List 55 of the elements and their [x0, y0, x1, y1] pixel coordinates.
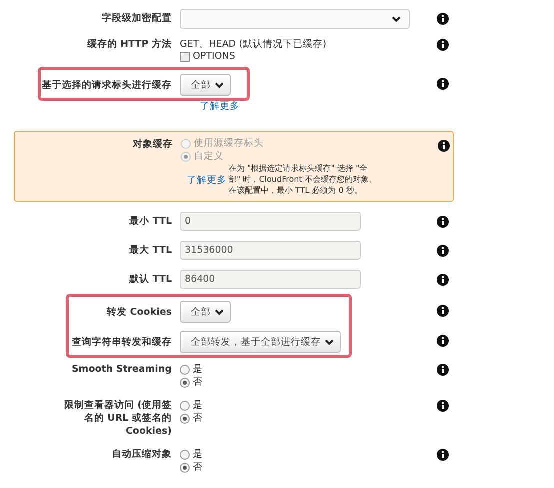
- dropdown-button[interactable]: 全部转发，基于全部进行缓存: [180, 331, 341, 353]
- dropdown-button[interactable]: 全部: [180, 74, 231, 96]
- field-label: 查询字符串转发和缓存: [71, 336, 173, 349]
- info-icon[interactable]: [437, 400, 449, 412]
- select-field[interactable]: [180, 9, 410, 29]
- field-label: 缓存的 HTTP 方法: [86, 38, 173, 51]
- radio-label: 是: [193, 363, 203, 376]
- radio-button[interactable]: [180, 364, 190, 374]
- chevron-icon: [392, 16, 401, 22]
- ttl-input[interactable]: 31536000: [180, 241, 361, 260]
- radio-button[interactable]: [180, 400, 190, 410]
- notice-message: 在为 "根据选定请求标头缓存" 选择 "全部" 时，CloudFront 不会缓存您的对象。在该配置中，最小 TTL 必须为 0 秒。: [229, 163, 378, 196]
- info-icon[interactable]: [437, 13, 449, 25]
- radio-label: 否: [193, 461, 203, 474]
- info-icon[interactable]: [437, 364, 449, 376]
- field-label: Smooth Streaming: [70, 363, 173, 376]
- chevron-icon: [325, 338, 334, 346]
- chevron-icon: [215, 82, 224, 88]
- methods-text: GET、HEAD (默认情况下已缓存): [180, 38, 327, 51]
- ttl-input[interactable]: 0: [180, 212, 361, 231]
- radio-button[interactable]: [180, 414, 190, 424]
- info-icon[interactable]: [438, 140, 450, 152]
- info-icon[interactable]: [437, 39, 449, 51]
- field-label: 自动压缩对象: [111, 448, 173, 461]
- field-label: 最大 TTL: [128, 244, 173, 257]
- field-label: 字段级加密配置: [101, 12, 173, 25]
- radio-label: 否: [193, 412, 203, 425]
- checkbox[interactable]: [180, 52, 190, 62]
- field-label: 转发 Cookies: [106, 306, 173, 319]
- info-icon[interactable]: [437, 335, 449, 347]
- info-icon[interactable]: [437, 274, 449, 286]
- ttl-input[interactable]: 86400: [180, 270, 361, 289]
- radio-button[interactable]: [180, 462, 190, 472]
- chevron-icon: [215, 308, 224, 316]
- radio-label: 是: [193, 399, 203, 412]
- info-icon[interactable]: [437, 216, 449, 228]
- radio-button[interactable]: [180, 378, 190, 388]
- radio-button[interactable]: [180, 450, 190, 460]
- radio-label: 否: [193, 376, 203, 389]
- learn-more-link[interactable]: 了解更多: [200, 101, 240, 112]
- radio-label: 是: [193, 448, 203, 461]
- info-icon[interactable]: [437, 245, 449, 257]
- field-label: 默认 TTL: [128, 273, 173, 286]
- learn-more-link[interactable]: 了解更多: [187, 174, 227, 187]
- info-icon[interactable]: [437, 305, 449, 317]
- field-label: 限制查看器访问 (使用签名的 URL 或签名的 Cookies): [63, 399, 173, 438]
- field-label: 对象缓存: [132, 138, 174, 152]
- field-label: 最小 TTL: [128, 215, 173, 228]
- info-icon[interactable]: [437, 78, 449, 90]
- field-label: 基于选择的请求标头进行缓存: [41, 79, 173, 92]
- radio-label: 使用源缓存标头: [194, 137, 264, 150]
- dropdown-button[interactable]: 全部: [180, 301, 231, 323]
- info-icon[interactable]: [437, 449, 449, 461]
- checkbox-label: OPTIONS: [193, 51, 236, 63]
- radio-label: 自定义: [194, 150, 224, 163]
